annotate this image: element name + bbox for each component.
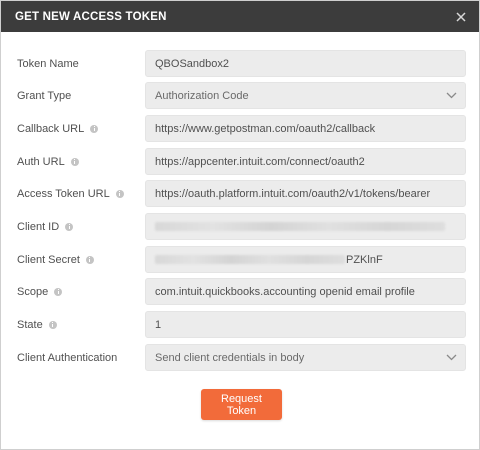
- redacted-value: [155, 255, 345, 264]
- client-secret-row: Client Secret PZKlnF: [1, 246, 479, 273]
- callback-url-input[interactable]: https://www.getpostman.com/oauth2/callba…: [145, 115, 466, 142]
- access-token-url-row: Access Token URL https://oauth.platform.…: [1, 180, 479, 207]
- client-secret-input[interactable]: PZKlnF: [145, 246, 466, 273]
- info-icon[interactable]: [65, 222, 74, 231]
- auth-url-input[interactable]: https://appcenter.intuit.com/connect/oau…: [145, 148, 466, 175]
- state-input[interactable]: 1: [145, 311, 466, 338]
- client-authentication-row: Client Authentication Send client creden…: [1, 344, 479, 371]
- grant-type-select[interactable]: Authorization Code: [145, 82, 466, 109]
- chevron-down-icon: [445, 90, 457, 102]
- chevron-down-icon: [445, 352, 457, 364]
- grant-type-label: Grant Type: [17, 89, 72, 102]
- get-new-access-token-dialog: GET NEW ACCESS TOKEN Token Name QBOSandb…: [0, 0, 480, 450]
- callback-url-row: Callback URL https://www.getpostman.com/…: [1, 115, 479, 142]
- scope-input[interactable]: com.intuit.quickbooks.accounting openid …: [145, 278, 466, 305]
- state-label: State: [17, 311, 57, 338]
- client-authentication-select[interactable]: Send client credentials in body: [145, 344, 466, 371]
- scope-label: Scope: [17, 278, 63, 305]
- close-button[interactable]: [452, 8, 470, 26]
- access-token-url-label: Access Token URL: [17, 180, 124, 207]
- state-row: State 1: [1, 311, 479, 338]
- info-icon[interactable]: [115, 189, 124, 198]
- client-id-row: Client ID: [1, 213, 479, 240]
- callback-url-label: Callback URL: [17, 115, 99, 142]
- request-token-button[interactable]: Request Token: [201, 389, 282, 420]
- info-icon[interactable]: [48, 320, 57, 329]
- actions-area: Request Token: [201, 389, 282, 420]
- close-icon: [456, 11, 466, 22]
- auth-url-row: Auth URL https://appcenter.intuit.com/co…: [1, 148, 479, 175]
- info-icon[interactable]: [54, 287, 63, 296]
- client-id-label: Client ID: [17, 213, 74, 240]
- token-name-row: Token Name QBOSandbox2: [1, 50, 479, 77]
- auth-url-label: Auth URL: [17, 148, 79, 175]
- grant-type-row: Grant Type Authorization Code: [1, 82, 479, 109]
- access-token-url-input[interactable]: https://oauth.platform.intuit.com/oauth2…: [145, 180, 466, 207]
- client-id-input[interactable]: [145, 213, 466, 240]
- redacted-value: [155, 222, 445, 231]
- dialog-title: GET NEW ACCESS TOKEN: [15, 10, 167, 23]
- info-icon[interactable]: [90, 124, 99, 133]
- token-name-label: Token Name: [17, 57, 79, 70]
- client-secret-label: Client Secret: [17, 246, 94, 273]
- dialog-titlebar: GET NEW ACCESS TOKEN: [1, 1, 479, 32]
- info-icon[interactable]: [85, 255, 94, 264]
- token-name-input[interactable]: QBOSandbox2: [145, 50, 466, 77]
- client-authentication-label: Client Authentication: [17, 351, 118, 364]
- scope-row: Scope com.intuit.quickbooks.accounting o…: [1, 278, 479, 305]
- info-icon[interactable]: [70, 157, 79, 166]
